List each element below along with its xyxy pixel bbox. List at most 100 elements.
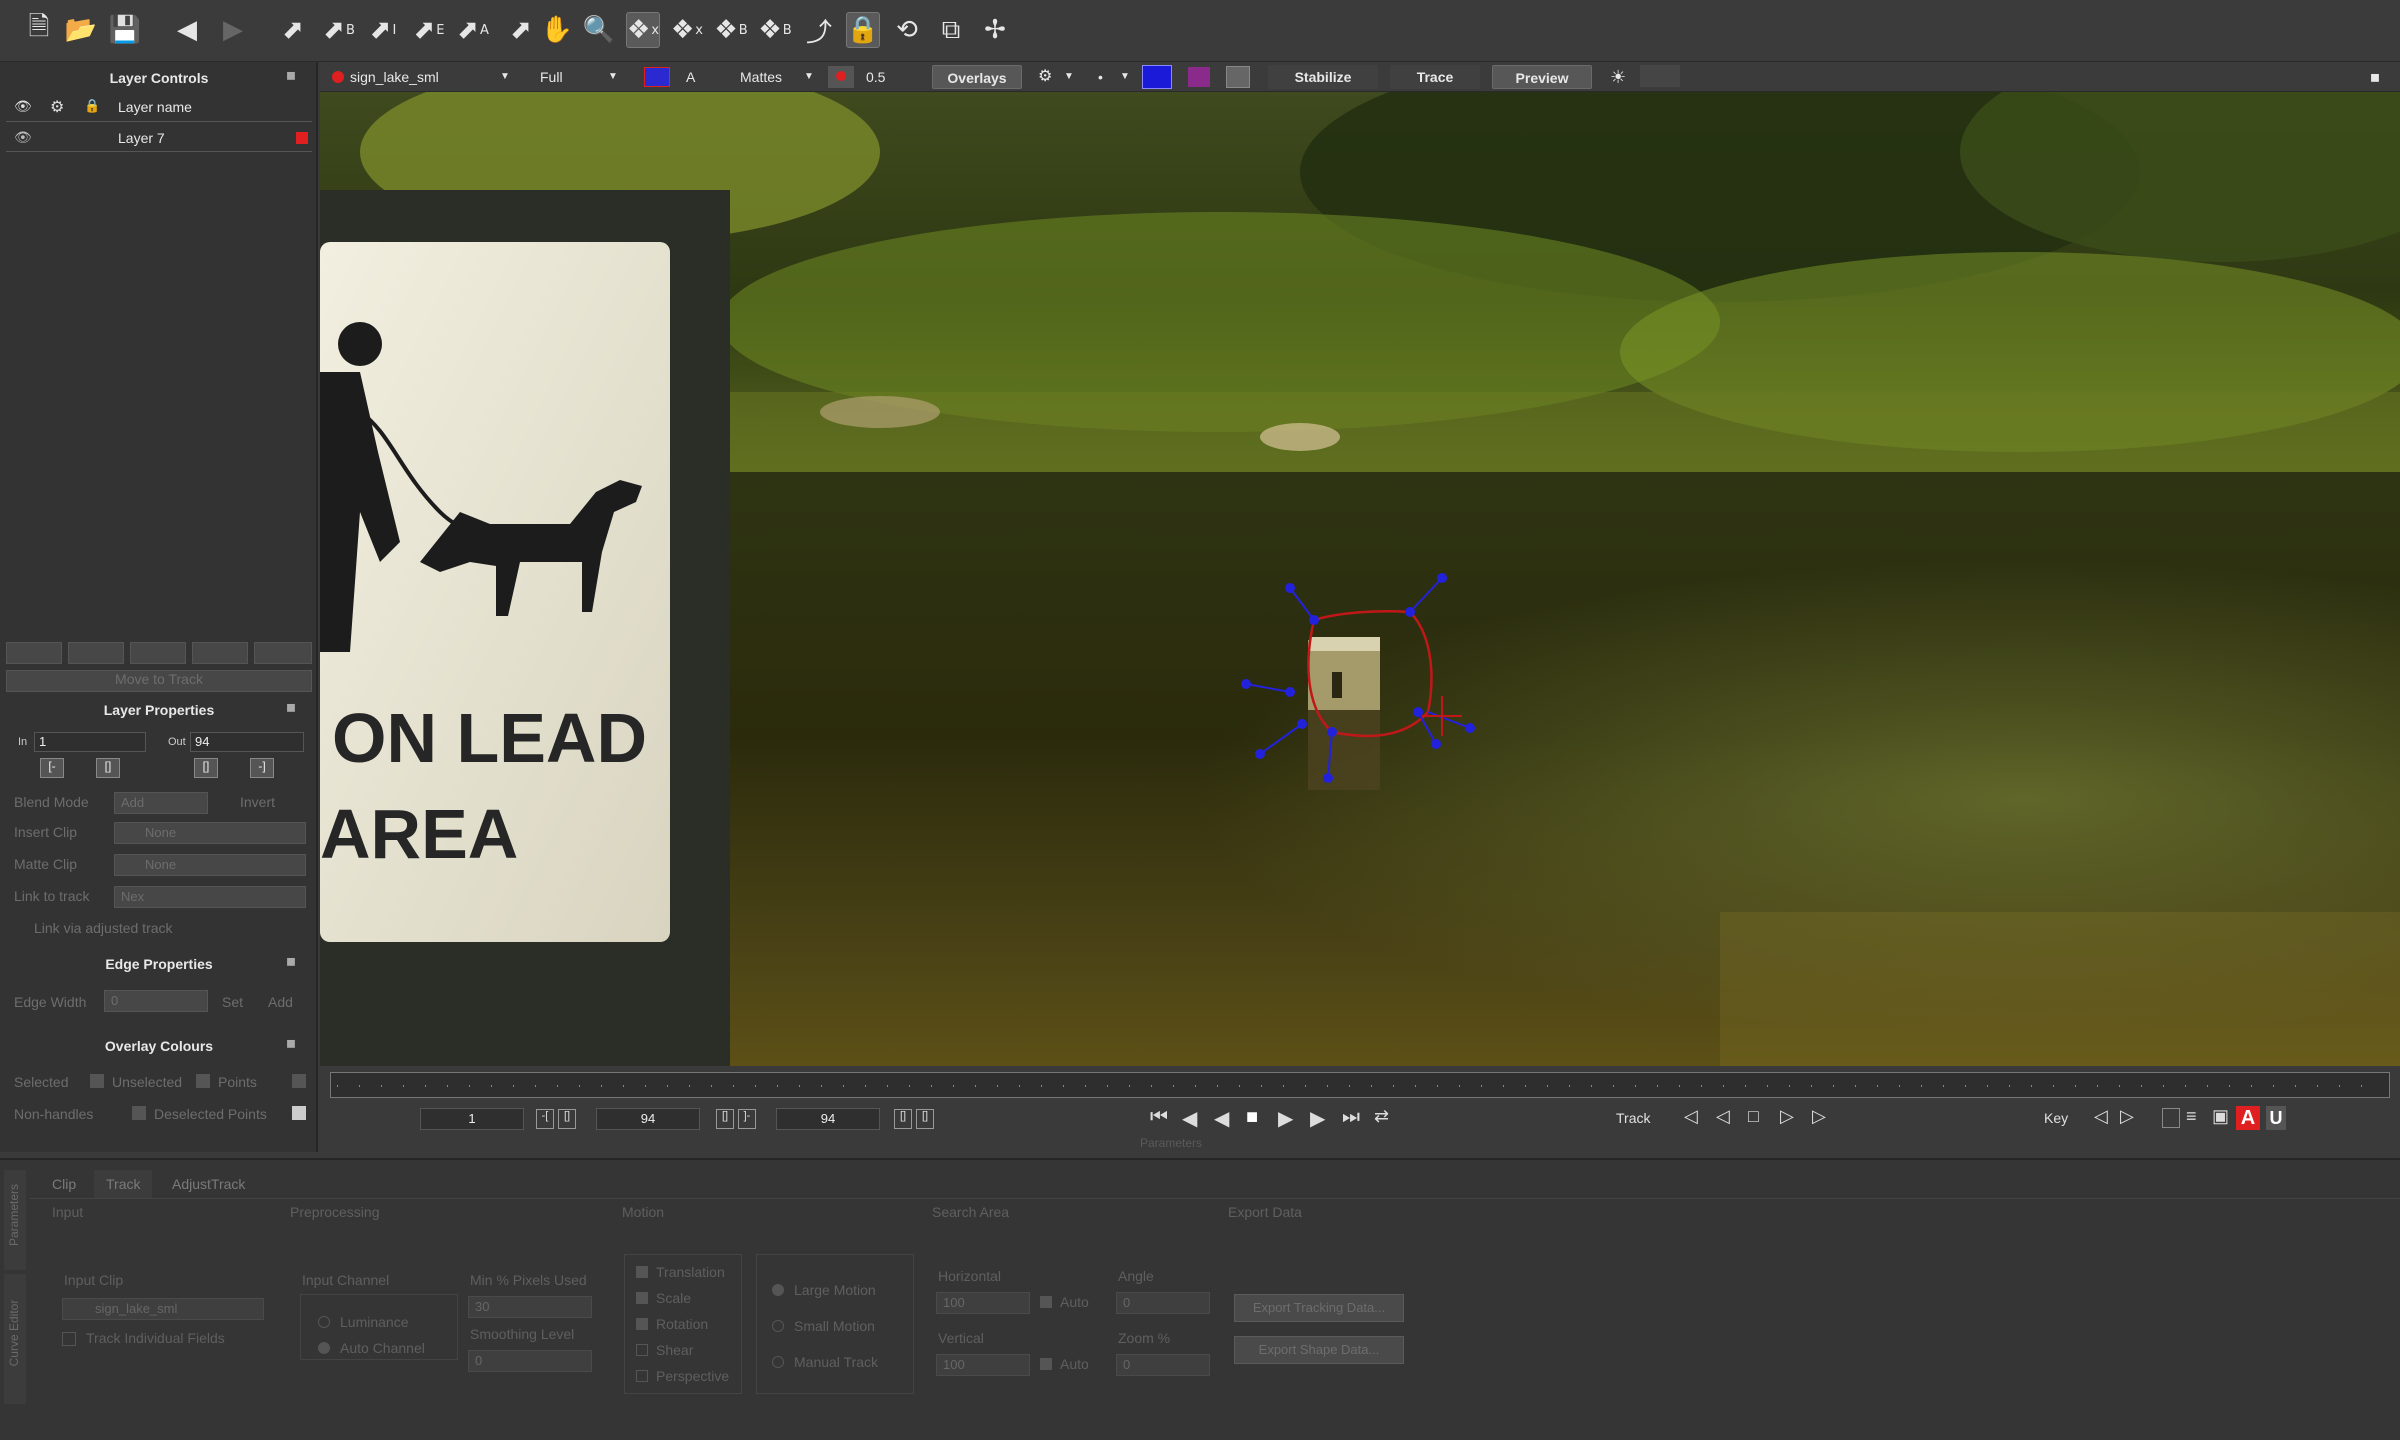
small-motion-radio[interactable] (772, 1320, 784, 1332)
export-tracking-button[interactable]: Export Tracking Data... (1234, 1294, 1404, 1322)
shape-point[interactable] (1309, 615, 1319, 625)
track-step-fwd-icon[interactable]: ▷ (1780, 1106, 1794, 1127)
brightness-icon[interactable]: ☀ (1610, 65, 1626, 89)
undo-icon[interactable]: ◀ (170, 12, 204, 48)
vertical-auto-checkbox[interactable] (1040, 1358, 1052, 1370)
layer-row[interactable]: 👁 Layer 7 (6, 124, 312, 152)
tab-clip[interactable]: Clip (40, 1170, 88, 1198)
luminance-radio[interactable] (318, 1316, 330, 1328)
current-frame-field[interactable]: 94 (776, 1108, 880, 1130)
shape-point[interactable] (1413, 707, 1423, 717)
shape-b-tool-icon[interactable]: ❖ B (714, 12, 748, 48)
autokey-a-button[interactable]: A (2236, 1106, 2260, 1130)
step-back-icon[interactable]: ◀ (1182, 1106, 1197, 1131)
select-a-tool-icon[interactable]: ⬈ A (456, 12, 490, 48)
lock-tool-icon[interactable]: 🔒 (846, 12, 880, 48)
preview-button[interactable]: Preview (1492, 65, 1592, 89)
clip-select[interactable]: sign_lake_sml (350, 65, 439, 89)
play-forward-icon[interactable]: ▶ (1278, 1106, 1293, 1131)
shape-x-tool-icon[interactable]: ❖ x (626, 12, 660, 48)
manual-track-radio[interactable] (772, 1356, 784, 1368)
overlays-button[interactable]: Overlays (932, 65, 1022, 89)
goto-in-button[interactable]: [] (558, 1109, 576, 1129)
layer-props-float-icon[interactable]: ◼ (286, 700, 308, 718)
out-goto-button[interactable]: [] (194, 758, 218, 778)
scale-checkbox[interactable] (636, 1292, 648, 1304)
track-stop-icon[interactable]: □ (1748, 1106, 1759, 1127)
shape-x2-tool-icon[interactable]: ❖ x (670, 12, 704, 48)
resolution-dropdown-icon[interactable]: ▼ (608, 65, 618, 89)
resolution-select[interactable]: Full (540, 65, 563, 89)
shape-handle[interactable] (1323, 773, 1333, 783)
compare-view-icon[interactable] (1226, 66, 1250, 88)
start-frame-field[interactable]: 1 (420, 1108, 524, 1130)
stabilize-button[interactable]: Stabilize (1268, 65, 1378, 89)
layer-op-button-5[interactable] (254, 642, 312, 664)
gear-icon[interactable]: ⚙ (50, 97, 64, 117)
input-clip-select[interactable]: sign_lake_sml (62, 1298, 264, 1320)
scale-tool-icon[interactable]: ⧉ (934, 12, 968, 48)
select-tool-icon[interactable]: ⬈ (276, 12, 310, 48)
selected-swatch[interactable] (90, 1074, 104, 1088)
hand-tool-icon[interactable]: ✋ (540, 12, 574, 48)
smoothing-field[interactable]: 0 (468, 1350, 592, 1372)
layer-op-button-3[interactable] (130, 642, 186, 664)
matte-color-icon[interactable] (828, 66, 854, 88)
redo-icon[interactable]: ▶ (216, 12, 250, 48)
insert-clip-select[interactable]: None (114, 822, 306, 844)
goto-out-button[interactable]: [] (716, 1109, 734, 1129)
min-pixels-field[interactable]: 30 (468, 1296, 592, 1318)
layer-color-swatch[interactable] (296, 132, 308, 144)
add-key-icon[interactable]: ≡ (2186, 1106, 2197, 1127)
shear-checkbox[interactable] (636, 1344, 648, 1356)
vertical-field[interactable]: 100 (936, 1354, 1030, 1376)
frame-step-back-button[interactable]: [] (894, 1109, 912, 1129)
prev-key-icon[interactable]: ◁ (2094, 1106, 2108, 1127)
zoom-tool-icon[interactable]: 🔍 (582, 12, 616, 48)
rotate-tool-icon[interactable]: ⟲ (890, 12, 924, 48)
translation-checkbox[interactable] (636, 1266, 648, 1278)
eye-icon[interactable]: 👁 (14, 98, 32, 115)
perspective-checkbox[interactable] (636, 1370, 648, 1382)
set-out-button[interactable]: ]- (738, 1109, 756, 1129)
in-set-start-button[interactable]: [- (40, 758, 64, 778)
matte-clip-select[interactable]: None (114, 854, 306, 876)
select-e-tool-icon[interactable]: ⬈ E (412, 12, 446, 48)
track-step-back-icon[interactable]: ◁ (1716, 1106, 1730, 1127)
shape-b2-tool-icon[interactable]: ❖ B (758, 12, 792, 48)
delete-key-icon[interactable]: ▣ (2212, 1106, 2229, 1127)
side-tab-curve-editor[interactable]: Curve Editor (4, 1274, 26, 1404)
clip-dropdown-icon[interactable]: ▼ (500, 65, 510, 89)
shape-handle[interactable] (1241, 679, 1251, 689)
open-file-icon[interactable]: 📂 (64, 12, 98, 48)
mattes-select[interactable]: Mattes (740, 65, 782, 89)
play-backward-icon[interactable]: ◀ (1214, 1106, 1229, 1131)
edge-width-field[interactable]: 0 (104, 990, 208, 1012)
tab-adjust-track[interactable]: AdjustTrack (160, 1170, 257, 1198)
stop-icon[interactable]: ■ (1246, 1106, 1258, 1129)
rotation-checkbox[interactable] (636, 1318, 648, 1330)
horizontal-auto-checkbox[interactable] (1040, 1296, 1052, 1308)
next-key-icon[interactable]: ▷ (2120, 1106, 2134, 1127)
brightness-field[interactable] (1640, 65, 1680, 87)
nonhandles-swatch[interactable] (132, 1106, 146, 1120)
unselected-swatch[interactable] (196, 1074, 210, 1088)
select-i-tool-icon[interactable]: ⬈ I (366, 12, 400, 48)
mattes-dropdown-icon[interactable]: ▼ (804, 65, 814, 89)
points-swatch[interactable] (292, 1074, 306, 1088)
shape-point[interactable] (1297, 719, 1307, 729)
frame-step-fwd-button[interactable]: [] (916, 1109, 934, 1129)
shape-point[interactable] (1285, 687, 1295, 697)
shape-handle[interactable] (1437, 573, 1447, 583)
lock-icon[interactable]: 🔒 (84, 98, 100, 114)
in-field[interactable]: 1 (34, 732, 146, 752)
large-motion-radio[interactable] (772, 1284, 784, 1296)
shape-point[interactable] (1405, 607, 1415, 617)
opacity-field[interactable]: 0.5 (866, 65, 885, 89)
deselected-swatch[interactable] (292, 1106, 306, 1120)
tab-track[interactable]: Track (94, 1170, 153, 1198)
goto-start-icon[interactable]: ⏮ (1150, 1106, 1168, 1129)
set-in-button[interactable]: -[ (536, 1109, 554, 1129)
new-file-icon[interactable]: 🗎 (22, 12, 56, 48)
viewer-menu-icon[interactable]: ◼ (2370, 65, 2380, 89)
